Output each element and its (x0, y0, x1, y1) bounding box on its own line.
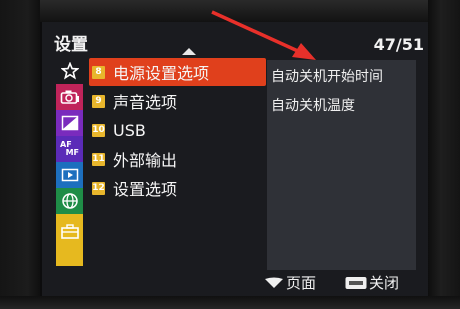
annotation-arrow-icon (211, 10, 316, 60)
